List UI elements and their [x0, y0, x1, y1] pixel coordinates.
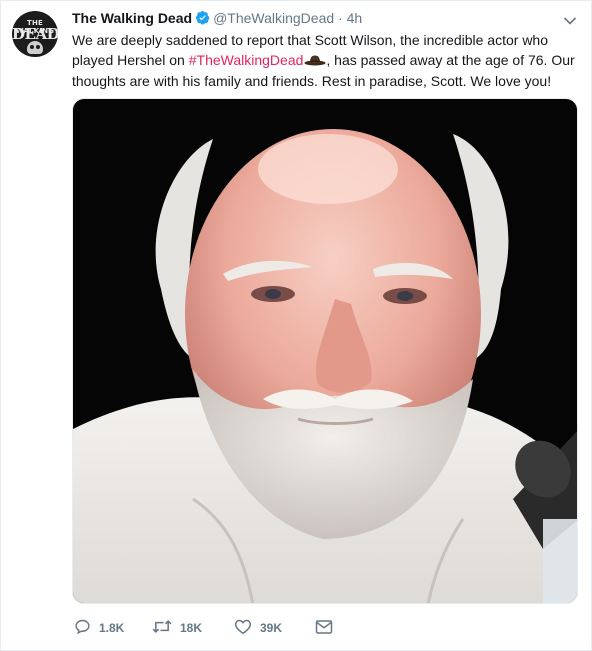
reply-button[interactable]: 1.8K	[74, 616, 124, 640]
like-icon	[234, 618, 260, 638]
separator-dot: ·	[338, 10, 343, 26]
hashtag-link[interactable]: #TheWalkingDead	[189, 52, 304, 68]
tweet-photo[interactable]	[72, 98, 578, 604]
message-icon	[315, 619, 341, 638]
reply-count: 1.8K	[99, 621, 125, 635]
tweet-text: We are deeply saddened to report that Sc…	[72, 30, 582, 91]
tweet-card[interactable]: THE WALKING DEAD The Walking Dead @TheWal…	[0, 0, 592, 651]
timestamp[interactable]: 4h	[347, 10, 363, 26]
like-button[interactable]: 39K	[234, 616, 282, 640]
verified-icon	[195, 10, 210, 29]
like-count: 39K	[260, 621, 283, 635]
display-name[interactable]: The Walking Dead	[72, 10, 192, 26]
avatar[interactable]: THE WALKING DEAD	[12, 11, 58, 57]
handle[interactable]: @TheWalkingDead	[213, 10, 334, 26]
cowboy-hat-icon	[304, 51, 326, 71]
reply-icon	[74, 618, 99, 638]
chevron-down-icon[interactable]	[563, 13, 577, 31]
portrait-image	[73, 99, 577, 603]
message-button[interactable]	[315, 616, 341, 640]
skull-icon	[27, 41, 43, 54]
tweet-header: The Walking Dead @TheWalkingDead · 4h	[72, 9, 362, 29]
retweet-button[interactable]: 18K	[152, 616, 202, 640]
retweet-count: 18K	[180, 621, 203, 635]
retweet-icon	[152, 618, 180, 638]
